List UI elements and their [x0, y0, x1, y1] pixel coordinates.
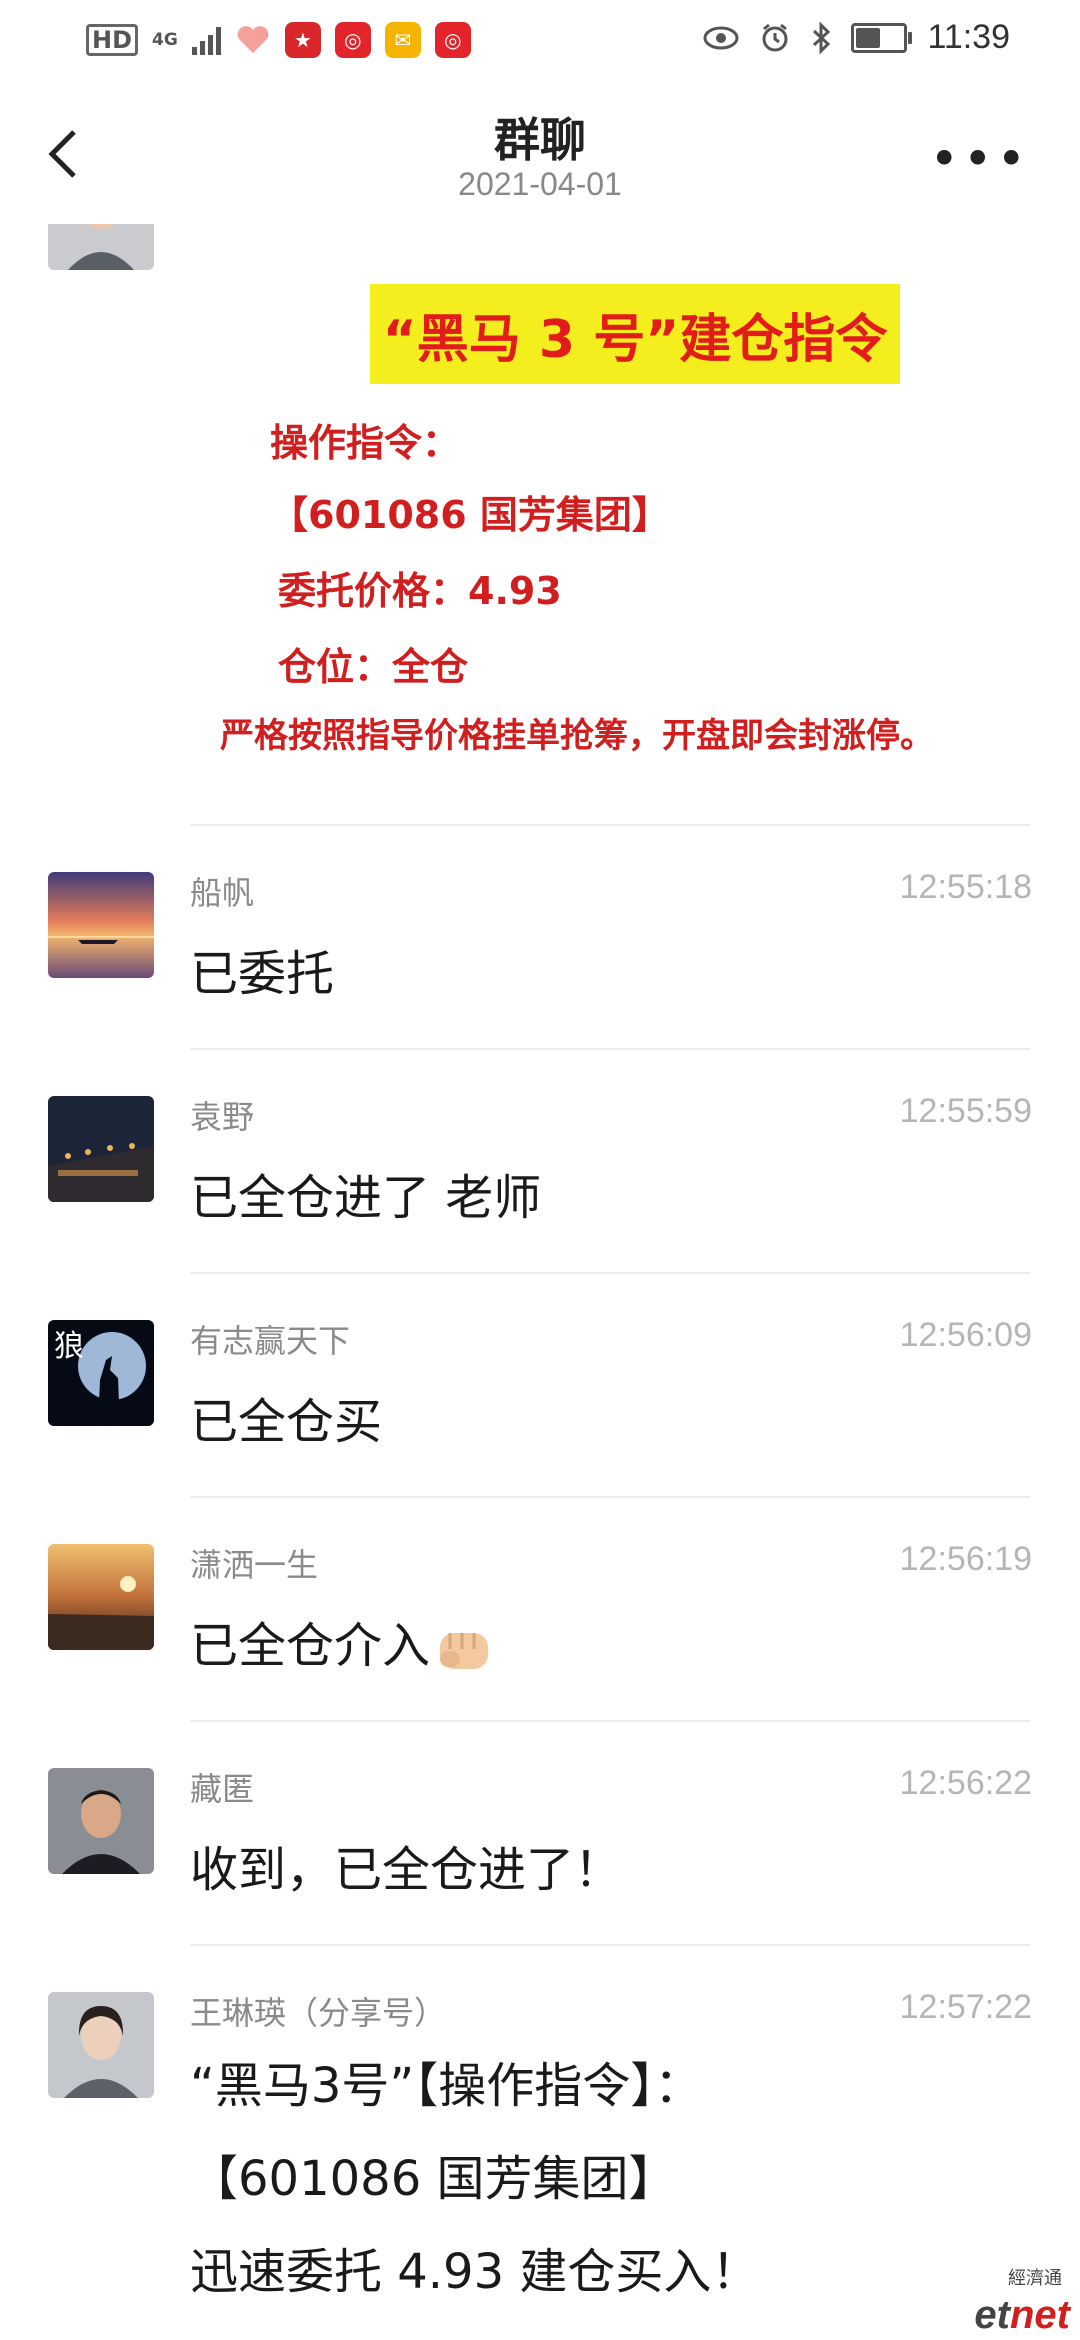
status-bar: HD 4G ★ ◎ ✉ ◎ 11:39 — [0, 0, 1080, 84]
message-text: 已全仓介入 — [190, 1618, 431, 1674]
logo-text-en: etnet — [974, 2293, 1070, 2338]
notice-heading: “黑马 3 号”建仓指令 — [382, 309, 888, 370]
message-time: 12:55:59 — [899, 1092, 1032, 1130]
page-title: 群聊 — [494, 113, 586, 167]
fist-emoji-icon — [440, 1633, 489, 1669]
battery-icon — [851, 22, 913, 53]
message-line: 【601086 国芳集团】 — [190, 2150, 677, 2207]
notice-line: 【601086 国芳集团】 — [270, 493, 670, 537]
sender-name: 潇洒一生 — [190, 1546, 319, 1584]
divider — [190, 1720, 1030, 1722]
bluetooth-icon — [813, 21, 831, 54]
message-line: 迅速委托 4.93 建仓买入！ — [190, 2243, 760, 2300]
message-text: 已委托 — [190, 946, 335, 1002]
message-text: “黑马3号”【操作指令】： 【601086 国芳集团】 迅速委托 4.93 建仓… — [190, 2054, 759, 2304]
eye-icon — [703, 26, 739, 49]
divider — [190, 1272, 1030, 1274]
sender-name: 船帆 — [190, 874, 255, 912]
avatar[interactable] — [48, 1096, 154, 1202]
chat-header: 群聊 2021-04-01 ••• — [0, 84, 1080, 224]
sender-name: 有志赢天下 — [190, 1322, 351, 1360]
chat-message-list[interactable]: “黑马 3 号”建仓指令 操作指令： 【601086 国芳集团】 委托价格：4.… — [0, 224, 1080, 2340]
divider — [190, 1944, 1030, 1946]
notice-line: 操作指令： — [270, 421, 461, 465]
avatar[interactable] — [48, 1768, 154, 1874]
sender-name: 藏匿 — [190, 1770, 255, 1808]
app-icon: ★ — [284, 22, 321, 58]
app-icon: ◎ — [334, 22, 371, 58]
status-bar-right: 11:39 — [703, 18, 1010, 57]
status-bar-left: HD 4G ★ ◎ ✉ ◎ — [86, 22, 471, 58]
avatar-glyph: 狼 — [54, 1329, 84, 1364]
status-time: 11:39 — [927, 18, 1010, 56]
message-item[interactable]: 狼 有志赢天下 12:56:09 已全仓买 — [0, 1272, 1080, 1496]
avatar[interactable]: 狼 — [48, 1320, 154, 1426]
health-icon — [234, 22, 271, 58]
divider — [190, 824, 1030, 826]
message-time: 12:57:22 — [899, 1988, 1032, 2026]
notice-line: 仓位：全仓 — [278, 645, 469, 689]
message-time: 12:56:22 — [899, 1764, 1032, 1802]
divider — [190, 1496, 1030, 1498]
avatar[interactable] — [48, 1992, 154, 2098]
message-text-row: 已全仓介入 — [190, 1606, 494, 1676]
message-text: 收到，已全仓进了！ — [190, 1842, 623, 1898]
etnet-logo: 經濟通 etnet — [964, 2260, 1074, 2340]
message-item[interactable]: 藏匿 12:56:22 收到，已全仓进了！ — [0, 1720, 1080, 1944]
network-type: 4G — [152, 30, 178, 50]
message-item[interactable]: 船帆 12:55:18 已委托 — [0, 824, 1080, 1048]
mail-icon: ✉ — [384, 22, 421, 58]
sender-name: 王琳瑛（分享号） — [190, 1994, 447, 2032]
signal-icon — [191, 25, 221, 55]
notice-heading-box: “黑马 3 号”建仓指令 — [370, 284, 900, 384]
notice-line: 委托价格：4.93 — [278, 569, 562, 613]
message-time: 12:55:18 — [899, 868, 1032, 906]
avatar[interactable] — [48, 872, 154, 978]
message-item[interactable]: 潇洒一生 12:56:19 已全仓介入 — [0, 1496, 1080, 1720]
message-line: “黑马3号”【操作指令】： — [190, 2058, 703, 2114]
avatar[interactable] — [48, 224, 154, 270]
logo-text-cn: 經濟通 — [1008, 2268, 1062, 2289]
app-icon: ◎ — [434, 22, 471, 58]
message-time: 12:56:09 — [899, 1316, 1032, 1354]
logo-text-et: et — [974, 2293, 1010, 2337]
message-text: 已全仓买 — [190, 1394, 383, 1450]
alarm-icon — [762, 23, 788, 51]
logo-text-net: net — [1010, 2293, 1070, 2337]
message-time: 12:56:19 — [899, 1540, 1032, 1578]
divider — [190, 1048, 1030, 1050]
avatar[interactable] — [48, 1544, 154, 1650]
hd-icon: HD — [86, 24, 139, 56]
message-item[interactable]: 王琳瑛（分享号） 12:57:22 “黑马3号”【操作指令】： 【601086 … — [0, 1944, 1080, 2340]
notice-line: 严格按照指导价格挂单抢筹，开盘即会封涨停。 — [220, 716, 934, 756]
more-options-icon[interactable]: ••• — [930, 134, 1030, 184]
chat-date: 2021-04-01 — [458, 166, 622, 202]
message-item[interactable]: 袁野 12:55:59 已全仓进了 老师 — [0, 1048, 1080, 1272]
sender-name: 袁野 — [190, 1098, 255, 1136]
instruction-image[interactable]: “黑马 3 号”建仓指令 操作指令： 【601086 国芳集团】 委托价格：4.… — [190, 244, 1030, 804]
message-text: 已全仓进了 老师 — [190, 1170, 542, 1226]
